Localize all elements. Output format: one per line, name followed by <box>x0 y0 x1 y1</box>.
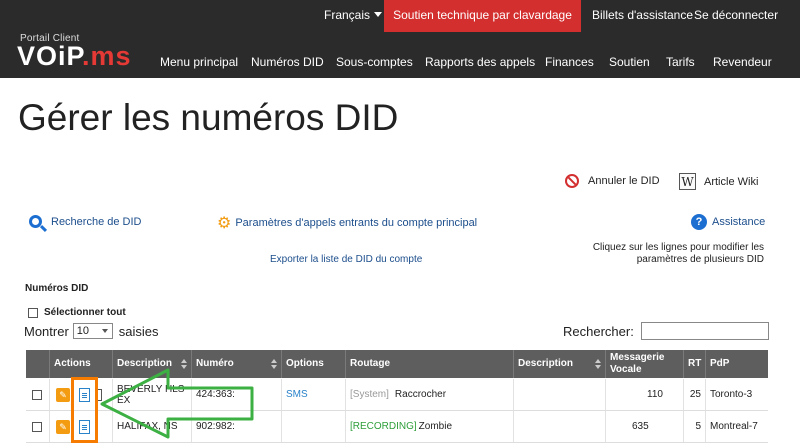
routing-value: Zombie <box>418 421 453 432</box>
table-row[interactable]: ✎ BEVERLY HLS EX 424:363: SMS [System] Ra… <box>26 379 768 411</box>
sort-icon <box>181 359 187 369</box>
row-description-2 <box>513 411 605 442</box>
page-title: Gérer les numéros DID <box>18 97 399 138</box>
header-description-2-label: Description <box>518 358 574 369</box>
section-title: Numéros DID <box>25 283 89 294</box>
search-did-link[interactable]: Recherche de DID <box>29 215 142 228</box>
chat-support-button[interactable]: Soutien technique par clavardage <box>384 0 581 32</box>
select-all-checkbox[interactable] <box>28 307 38 318</box>
help-icon: ? <box>691 214 707 230</box>
assistance-link[interactable]: ? Assistance <box>691 214 765 230</box>
nav-did-numbers[interactable]: Numéros DID <box>251 55 324 69</box>
header-description-2[interactable]: Description <box>513 350 605 378</box>
wiki-icon: W <box>679 173 696 190</box>
row-description: BEVERLY HLS EX <box>112 379 191 410</box>
header-routing: Routage <box>345 350 513 378</box>
header-select <box>26 350 49 378</box>
language-label: Français <box>324 8 371 22</box>
support-tickets-link[interactable]: Billets d'assistance <box>592 8 693 22</box>
assistance-label: Assistance <box>712 216 766 228</box>
nav-support[interactable]: Soutien <box>609 55 650 69</box>
show-label: Montrer <box>24 323 69 339</box>
incoming-call-params-link[interactable]: ⚙ Paramètres d'appels entrants du compte… <box>217 213 477 233</box>
multi-edit-note: Cliquez sur les lignes pour modifier les… <box>593 242 764 266</box>
row-options <box>281 411 345 442</box>
caret-down-icon <box>374 12 383 17</box>
row-description-2 <box>513 379 605 410</box>
gears-icon: ⚙ <box>217 215 232 232</box>
logo-text-voip: VOiP <box>17 41 83 71</box>
row-routing: [RECORDING] Zombie <box>345 411 513 442</box>
export-did-list-link[interactable]: Exporter la liste de DID du compte <box>270 254 422 265</box>
row-checkbox[interactable] <box>32 421 42 432</box>
header-voicemail: Messagerie Vocale <box>605 350 683 378</box>
search-input[interactable] <box>641 322 769 340</box>
row-select <box>26 411 49 442</box>
row-pop: Montreal-7 <box>705 411 768 442</box>
entries-select[interactable]: 10 <box>72 323 113 339</box>
cancel-did-link[interactable]: Annuler le DID <box>565 174 660 188</box>
nav-reseller[interactable]: Revendeur <box>713 55 772 69</box>
language-selector[interactable]: Français <box>324 8 383 22</box>
top-header: Portail Client VOiP.ms Français Soutien … <box>0 0 800 78</box>
cancel-did-label: Annuler le DID <box>588 175 660 187</box>
nav-finances[interactable]: Finances <box>545 55 594 69</box>
row-routing: [System] Raccrocher <box>345 379 513 410</box>
logout-link[interactable]: Se déconnecter <box>694 8 778 22</box>
nav-subaccounts[interactable]: Sous-comptes <box>336 55 413 69</box>
table-header: Actions Description Numéro Options Routa… <box>26 350 768 378</box>
header-options: Options <box>281 350 345 378</box>
table-row[interactable]: ✎ HALIFAX, NS 902:982: [RECORDING] Zombie… <box>26 411 768 443</box>
entries-select-value: 10 <box>76 325 90 337</box>
no-entry-icon <box>565 174 579 188</box>
select-all-label: Sélectionner tout <box>44 307 126 318</box>
voipms-logo[interactable]: VOiP.ms <box>17 41 132 71</box>
magnifier-icon <box>29 215 42 228</box>
routing-value: Raccrocher <box>394 389 447 400</box>
highlight-box <box>71 377 98 443</box>
wiki-article-link[interactable]: W Article Wiki <box>679 173 758 190</box>
header-number[interactable]: Numéro <box>191 350 281 378</box>
routing-tag: [RECORDING] <box>350 421 417 432</box>
note-line-2: paramètres de plusieurs DID <box>636 254 764 265</box>
row-pop: Toronto-3 <box>705 379 768 410</box>
nav-call-reports[interactable]: Rapports des appels <box>425 55 535 69</box>
header-description-label: Description <box>117 358 173 369</box>
chevron-down-icon <box>101 329 108 333</box>
incoming-call-params-label: Paramètres d'appels entrants du compte p… <box>235 217 478 229</box>
header-pop: PdP <box>705 350 768 378</box>
row-select <box>26 379 49 410</box>
row-checkbox[interactable] <box>32 389 42 400</box>
row-voicemail: 110 <box>605 379 683 410</box>
entries-per-page: Montrer 10 saisies <box>24 323 159 339</box>
header-number-label: Numéro <box>196 358 234 369</box>
header-description[interactable]: Description <box>112 350 191 378</box>
sort-icon <box>271 359 277 369</box>
header-rt: RT <box>683 350 705 378</box>
routing-tag: [System] <box>350 389 389 400</box>
nav-main-menu[interactable]: Menu principal <box>160 55 238 69</box>
row-number: 424:363: <box>191 379 281 410</box>
pencil-icon[interactable]: ✎ <box>56 419 70 434</box>
nav-rates[interactable]: Tarifs <box>666 55 695 69</box>
note-line-1: Cliquez sur les lignes pour modifier les <box>592 242 764 253</box>
wiki-article-label: Article Wiki <box>704 175 759 188</box>
select-all[interactable]: Sélectionner tout <box>28 307 126 318</box>
row-voicemail: 635 <box>605 411 683 442</box>
entries-label: saisies <box>118 323 159 339</box>
header-actions: Actions <box>49 350 112 378</box>
search-did-label: Recherche de DID <box>51 215 142 228</box>
search-label: Rechercher: <box>563 324 634 339</box>
row-number: 902:982: <box>191 411 281 442</box>
sort-icon <box>595 359 601 369</box>
row-description: HALIFAX, NS <box>112 411 191 442</box>
row-rt: 25 <box>683 379 705 410</box>
row-sms-option[interactable]: SMS <box>281 379 345 410</box>
logo-text-ms: .ms <box>82 41 132 71</box>
row-rt: 5 <box>683 411 705 442</box>
pencil-icon[interactable]: ✎ <box>56 387 70 402</box>
